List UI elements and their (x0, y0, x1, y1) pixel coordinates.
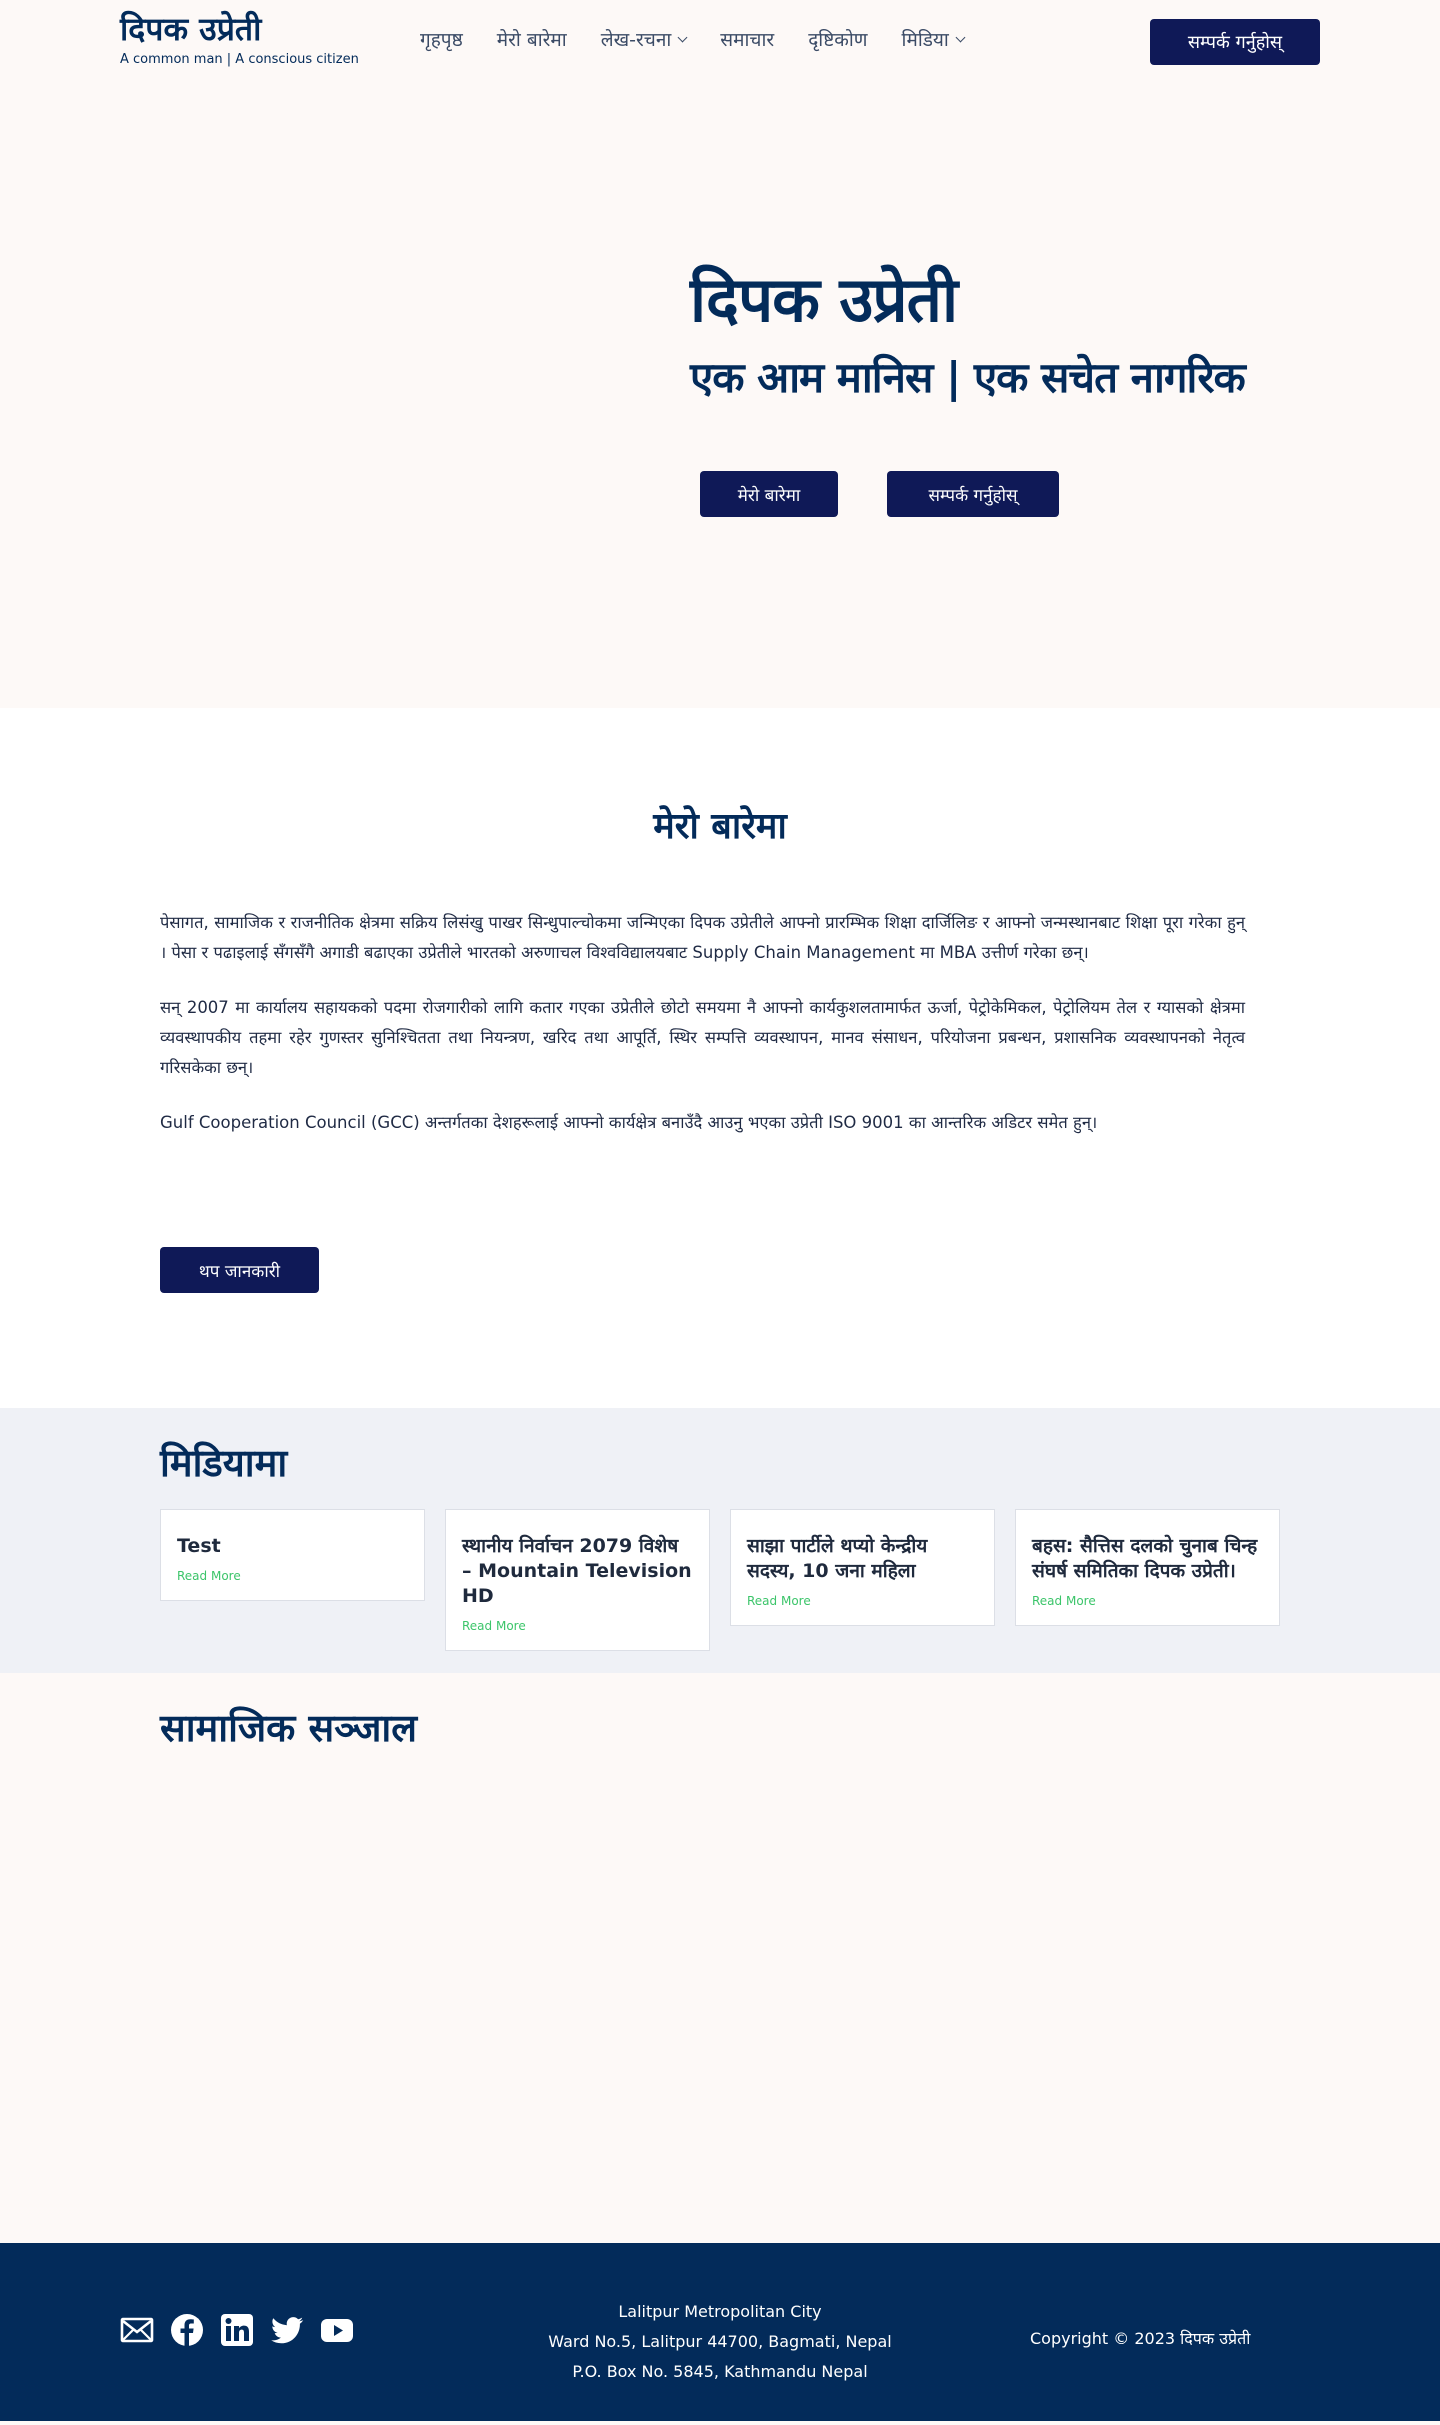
read-more-link[interactable]: Read More (1032, 1594, 1096, 1608)
nav-item-home[interactable]: गृहपृष्ठ (420, 26, 463, 52)
about-heading: मेरो बारेमा (653, 806, 787, 847)
nav-item-label: दृष्टिकोण (808, 29, 868, 51)
nav-item-label: मेरो बारेमा (496, 29, 567, 51)
media-card-title[interactable]: Test (177, 1534, 408, 1559)
read-more-link[interactable]: Read More (747, 1594, 811, 1608)
media-heading: मिडियामा (160, 1441, 288, 1485)
read-more-link[interactable]: Read More (462, 1619, 526, 1633)
site-branding[interactable]: दिपक उप्रेती A common man | A conscious … (120, 12, 359, 67)
header-contact-button[interactable]: सम्पर्क गर्नुहोस् (1150, 19, 1320, 65)
about-section: मेरो बारेमा पेसागत, सामाजिक र राजनीतिक क… (0, 708, 1440, 1408)
media-card: Test Read More (160, 1509, 425, 1601)
hero-about-button[interactable]: मेरो बारेमा (700, 471, 838, 517)
more-info-button[interactable]: थप जानकारी (160, 1247, 319, 1293)
main-nav: गृहपृष्ठ मेरो बारेमा लेख-रचना समाचार दृष… (420, 26, 966, 52)
copyright-text: Copyright © 2023 दिपक उप्रेती (1030, 2329, 1251, 2348)
linkedin-icon[interactable] (220, 2313, 254, 2347)
nav-item-articles[interactable]: लेख-रचना (600, 26, 688, 52)
social-section: सामाजिक सञ्जाल (0, 1673, 1440, 2243)
youtube-icon[interactable] (320, 2313, 354, 2347)
media-card: बहस: सैत्तिस दलको चुनाब चिन्ह संघर्ष समि… (1015, 1509, 1280, 1626)
hero-section: दिपक उप्रेती एक आम मानिस | एक सचेत नागरि… (0, 86, 1440, 708)
hero-subtitle: एक आम मानिस | एक सचेत नागरिक (690, 353, 1246, 402)
hero-contact-button[interactable]: सम्पर्क गर्नुहोस् (887, 471, 1059, 517)
twitter-icon[interactable] (270, 2313, 304, 2347)
site-tagline: A common man | A conscious citizen (120, 52, 359, 67)
social-heading: सामाजिक सञ्जाल (160, 1706, 418, 1750)
media-card-title[interactable]: साझा पार्टीले थप्यो केन्द्रीय सदस्य, 10 … (747, 1534, 978, 1584)
nav-item-about[interactable]: मेरो बारेमा (497, 26, 567, 52)
about-paragraph: पेसागत, सामाजिक र राजनीतिक क्षेत्रमा सक्… (160, 913, 1245, 962)
mail-icon[interactable] (120, 2313, 154, 2347)
media-card-title[interactable]: स्थानीय निर्वाचन 2079 विशेष – Mountain T… (462, 1534, 693, 1609)
about-body: पेसागत, सामाजिक र राजनीतिक क्षेत्रमा सक्… (160, 908, 1245, 1163)
media-card: स्थानीय निर्वाचन 2079 विशेष – Mountain T… (445, 1509, 710, 1651)
address-line: Lalitpur Metropolitan City (618, 2302, 822, 2321)
footer-social-icons (120, 2313, 354, 2347)
nav-item-media[interactable]: मिडिया (901, 26, 966, 52)
read-more-link[interactable]: Read More (177, 1569, 241, 1583)
site-footer: Lalitpur Metropolitan City Ward No.5, La… (0, 2243, 1440, 2421)
site-header: दिपक उप्रेती A common man | A conscious … (0, 0, 1440, 86)
nav-item-label: लेख-रचना (600, 29, 672, 51)
media-card: साझा पार्टीले थप्यो केन्द्रीय सदस्य, 10 … (730, 1509, 995, 1626)
facebook-icon[interactable] (170, 2313, 204, 2347)
media-section: मिडियामा Test Read More स्थानीय निर्वाचन… (0, 1408, 1440, 1673)
nav-item-perspective[interactable]: दृष्टिकोण (808, 26, 867, 52)
footer-address: Lalitpur Metropolitan City Ward No.5, La… (520, 2297, 920, 2387)
nav-item-label: समाचार (720, 29, 775, 51)
address-line: Ward No.5, Lalitpur 44700, Bagmati, Nepa… (548, 2332, 892, 2351)
hero-title: दिपक उप्रेती (690, 263, 958, 336)
nav-item-label: गृहपृष्ठ (420, 29, 463, 51)
address-line: P.O. Box No. 5845, Kathmandu Nepal (572, 2362, 868, 2381)
nav-item-news[interactable]: समाचार (720, 26, 774, 52)
media-card-title[interactable]: बहस: सैत्तिस दलको चुनाब चिन्ह संघर्ष समि… (1032, 1534, 1263, 1584)
nav-item-label: मिडिया (901, 29, 949, 51)
about-paragraph: Gulf Cooperation Council (GCC) अन्तर्गतक… (160, 1113, 1098, 1132)
chevron-down-icon (677, 32, 688, 42)
chevron-down-icon (955, 32, 966, 42)
site-title[interactable]: दिपक उप्रेती (120, 12, 359, 46)
about-paragraph: सन् 2007 मा कार्यालय सहायकको पदमा रोजगार… (160, 998, 1245, 1077)
